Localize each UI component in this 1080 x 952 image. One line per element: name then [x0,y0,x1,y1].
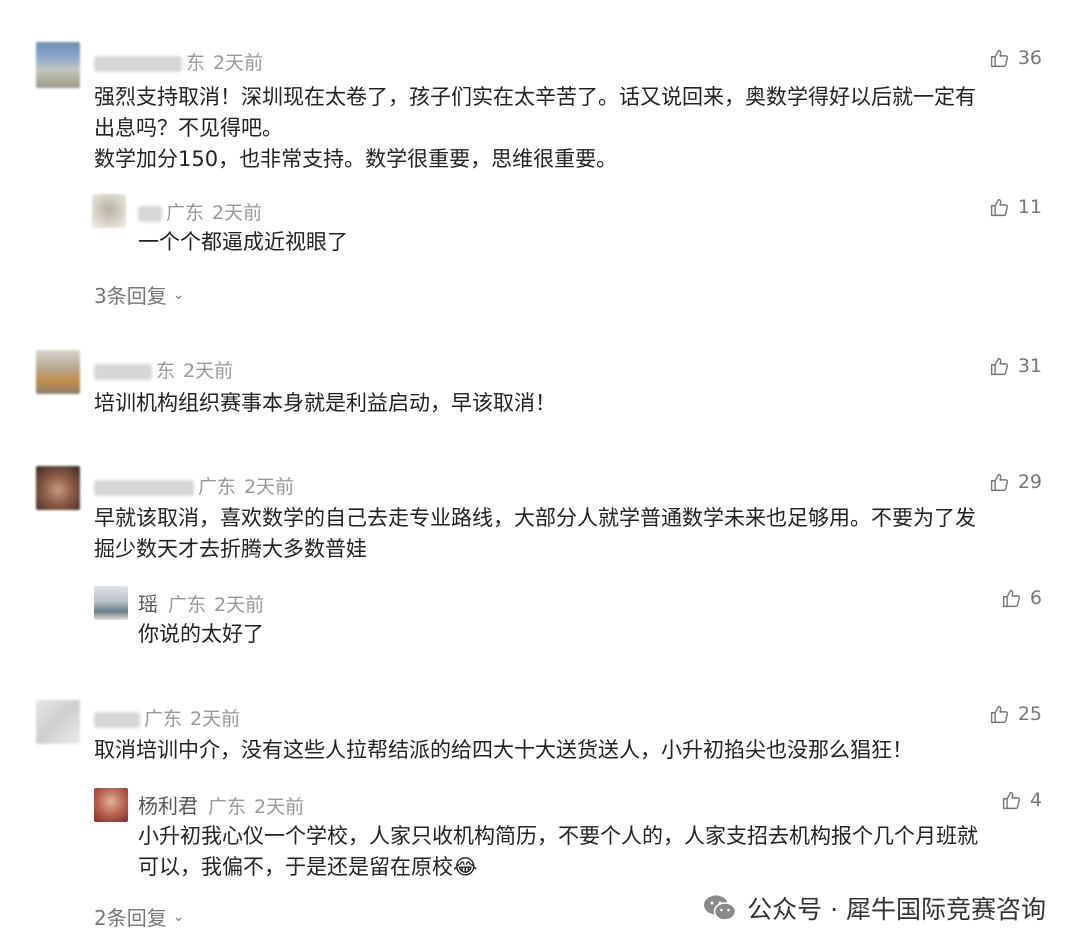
avatar[interactable] [36,700,80,744]
like-count: 4 [1029,789,1042,811]
comment-meta: 广东 2天前 [94,704,240,731]
watermark: 公众号 · 犀牛国际竞赛咨询 [703,890,1046,926]
reply-username[interactable]: 杨利君 [138,794,198,818]
view-replies-link[interactable]: 2条回复 ⌄ [94,902,184,931]
comment-text: 取消培训中介，没有这些人拉帮结派的给四大十大送货送人，小升初掐尖也没那么猖狂！ [94,738,913,762]
like-count: 25 [1017,703,1042,725]
timestamp: 2天前 [254,796,305,818]
thumbs-up-icon [990,705,1008,723]
username-redacted [94,711,140,728]
location: 广东 [208,796,247,818]
like-button[interactable]: 4 [1001,789,1042,811]
watermark-text: 公众号 · 犀牛国际竞赛咨询 [747,895,1046,924]
location: 广东 [144,708,183,730]
comment-4: 广东 2天前 25 取消培训中介，没有这些人拉帮结派的给四大十大送货送人，小升初掐… [0,0,1080,952]
reply-text: 小升初我心仪一个学校，人家只收机构简历，不要个人的，人家支招去机构报个几个月班就… [138,824,978,879]
reply-meta: 杨利君 广东 2天前 [138,790,304,819]
thumbs-up-icon [1002,791,1020,809]
reply-avatar[interactable] [94,788,128,822]
wechat-icon [704,895,737,921]
view-replies-label: 2条回复 [94,906,167,930]
chevron-down-icon: ⌄ [172,908,185,925]
like-button[interactable]: 25 [989,703,1042,725]
timestamp: 2天前 [190,708,241,730]
